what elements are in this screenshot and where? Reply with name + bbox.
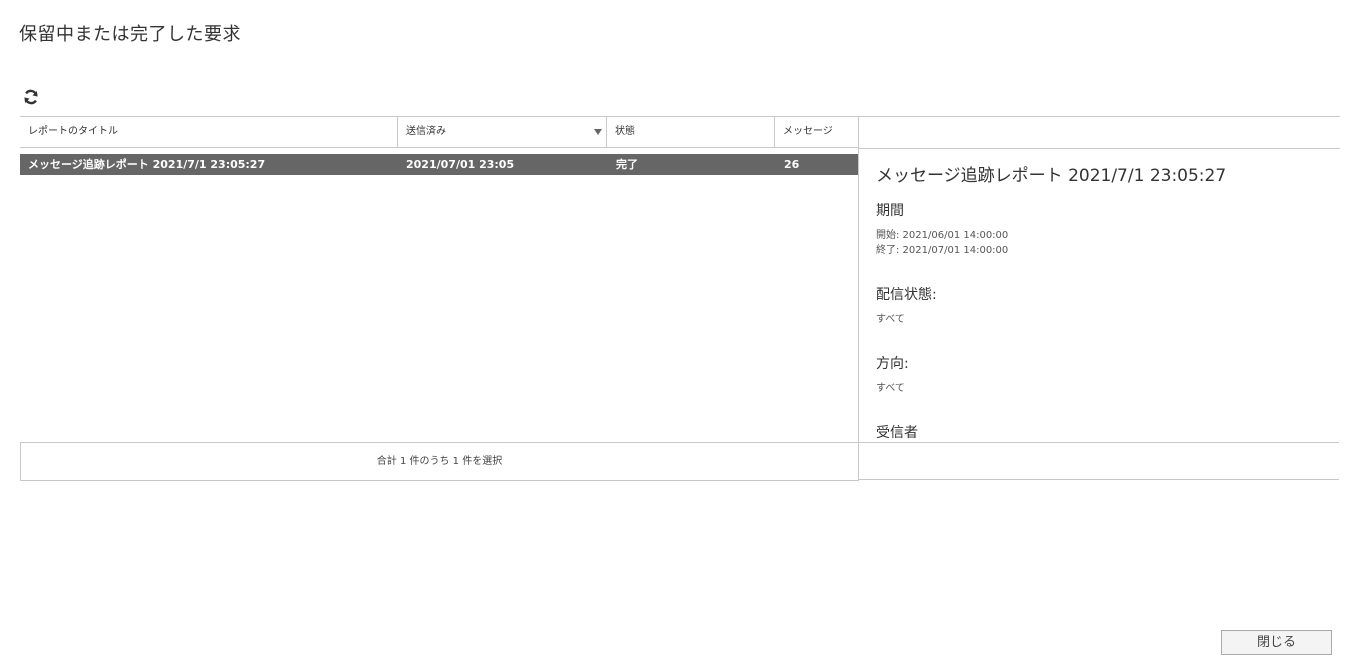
refresh-icon	[24, 89, 38, 105]
close-button[interactable]: 閉じる	[1221, 630, 1332, 655]
table-row[interactable]: メッセージ追跡レポート 2021/7/1 23:05:27 2021/07/01…	[20, 154, 859, 175]
column-header-title-label: レポートのタイトル	[28, 126, 118, 137]
detail-title: メッセージ追跡レポート 2021/7/1 23:05:27	[876, 166, 1227, 186]
period-end: 終了: 2021/07/01 14:00:00	[876, 245, 1009, 256]
direction-value: すべて	[876, 383, 905, 394]
row-messages: 26	[784, 158, 800, 171]
column-header-status-label: 状態	[615, 126, 635, 137]
column-header-messages[interactable]: メッセージ	[775, 117, 859, 148]
direction-section: 方向: すべて	[876, 353, 1336, 396]
direction-heading: 方向:	[876, 356, 909, 372]
period-section: 期間 開始: 2021/06/01 14:00:00 終了: 2021/07/0…	[876, 200, 1336, 258]
delivery-status-heading: 配信状態:	[876, 287, 937, 303]
column-header-status[interactable]: 状態	[607, 117, 775, 148]
period-heading: 期間	[876, 203, 904, 219]
recipients-section: 受信者	[876, 422, 1336, 442]
sort-descending-icon	[594, 129, 602, 135]
request-list: レポートのタイトル 送信済み 状態 メッセージ メッセージ追跡レポート 2021…	[20, 116, 859, 443]
column-header-title[interactable]: レポートのタイトル	[20, 117, 398, 148]
row-sent: 2021/07/01 23:05	[406, 158, 515, 171]
refresh-button[interactable]	[22, 88, 40, 106]
row-title: メッセージ追跡レポート 2021/7/1 23:05:27	[28, 158, 266, 171]
column-header-messages-label: メッセージ	[783, 126, 833, 137]
delivery-status-value: すべて	[876, 314, 905, 325]
row-status: 完了	[616, 158, 638, 171]
column-header-sent[interactable]: 送信済み	[398, 117, 607, 148]
detail-header	[859, 117, 1340, 149]
detail-panel: メッセージ追跡レポート 2021/7/1 23:05:27 期間 開始: 202…	[858, 116, 1340, 443]
period-start: 開始: 2021/06/01 14:00:00	[876, 230, 1009, 241]
page-title: 保留中または完了した要求	[19, 24, 241, 45]
detail-body: メッセージ追跡レポート 2021/7/1 23:05:27 期間 開始: 202…	[876, 161, 1336, 443]
column-header-sent-label: 送信済み	[406, 126, 446, 137]
recipients-heading: 受信者	[876, 425, 918, 441]
detail-footer	[858, 442, 1339, 480]
selection-summary: 合計 1 件のうち 1 件を選択	[20, 442, 859, 481]
delivery-status-section: 配信状態: すべて	[876, 284, 1336, 327]
